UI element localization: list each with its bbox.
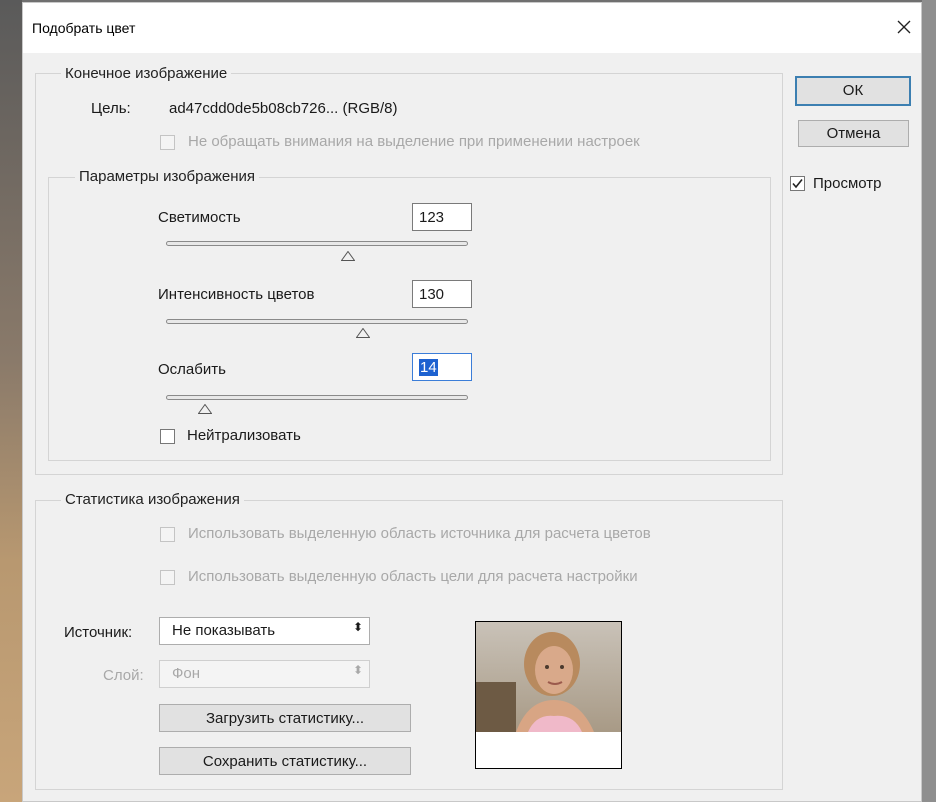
use-source-selection-label: Использовать выделенную область источник…	[188, 525, 651, 542]
layer-select-value: Фон	[172, 665, 201, 682]
luminance-input[interactable]: 123	[412, 203, 472, 231]
luminance-slider-track[interactable]	[166, 241, 468, 246]
neutralize-label: Нейтрализовать	[187, 427, 301, 444]
color-intensity-input[interactable]: 130	[412, 280, 472, 308]
title-bar: Подобрать цвет	[23, 3, 921, 53]
luminance-slider-thumb[interactable]	[340, 248, 356, 261]
background-panel	[922, 0, 936, 802]
color-intensity-slider-thumb[interactable]	[355, 325, 371, 338]
use-target-selection-label: Использовать выделенную область цели для…	[188, 568, 638, 585]
dialog-title: Подобрать цвет	[32, 20, 136, 36]
image-options-legend: Параметры изображения	[75, 168, 259, 185]
source-label: Источник:	[64, 624, 133, 641]
ok-button-label: ОК	[842, 82, 864, 99]
layer-select[interactable]: Фон ⬍	[159, 660, 370, 688]
fade-slider-track[interactable]	[166, 395, 468, 400]
fade-slider-thumb[interactable]	[197, 401, 213, 414]
load-statistics-label: Загрузить статистику...	[205, 710, 365, 727]
fade-value: 14	[419, 359, 438, 376]
use-source-selection-checkbox[interactable]	[160, 527, 175, 542]
preview-label: Просмотр	[813, 175, 882, 192]
source-preview-thumbnail	[475, 621, 622, 769]
source-select[interactable]: Не показывать ⬍	[159, 617, 370, 645]
luminance-value: 123	[419, 209, 445, 226]
color-intensity-value: 130	[419, 286, 445, 303]
close-icon[interactable]	[887, 11, 921, 43]
color-intensity-slider-track[interactable]	[166, 319, 468, 324]
fade-input[interactable]: 14	[412, 353, 472, 381]
target-value: ad47cdd0de5b08cb726... (RGB/8)	[169, 100, 398, 117]
load-statistics-button[interactable]: Загрузить статистику...	[159, 704, 411, 732]
background-photo-strip	[0, 0, 22, 802]
image-statistics-legend: Статистика изображения	[61, 491, 244, 508]
updown-arrows-icon: ⬍	[352, 620, 363, 634]
color-intensity-label: Интенсивность цветов	[158, 286, 315, 303]
ignore-selection-checkbox[interactable]	[160, 135, 175, 150]
neutralize-checkbox[interactable]	[160, 429, 175, 444]
preview-checkbox[interactable]	[790, 176, 805, 191]
luminance-label: Светимость	[158, 209, 241, 226]
use-target-selection-checkbox[interactable]	[160, 570, 175, 585]
match-color-dialog: Подобрать цвет Конечное изображение Цель…	[22, 2, 922, 802]
updown-arrows-icon: ⬍	[352, 663, 363, 677]
target-label: Цель:	[91, 100, 131, 117]
checkmark-icon	[792, 179, 803, 189]
destination-image-legend: Конечное изображение	[61, 65, 232, 82]
fade-label: Ослабить	[158, 361, 226, 378]
source-select-value: Не показывать	[172, 622, 276, 639]
ignore-selection-label: Не обращать внимания на выделение при пр…	[188, 133, 640, 150]
save-statistics-button[interactable]: Сохранить статистику...	[159, 747, 411, 775]
layer-label: Слой:	[103, 667, 144, 684]
portrait-image	[476, 622, 621, 732]
save-statistics-label: Сохранить статистику...	[202, 753, 368, 770]
cancel-button-label: Отмена	[826, 125, 881, 142]
cancel-button[interactable]: Отмена	[798, 120, 909, 147]
ok-button[interactable]: ОК	[795, 76, 911, 106]
